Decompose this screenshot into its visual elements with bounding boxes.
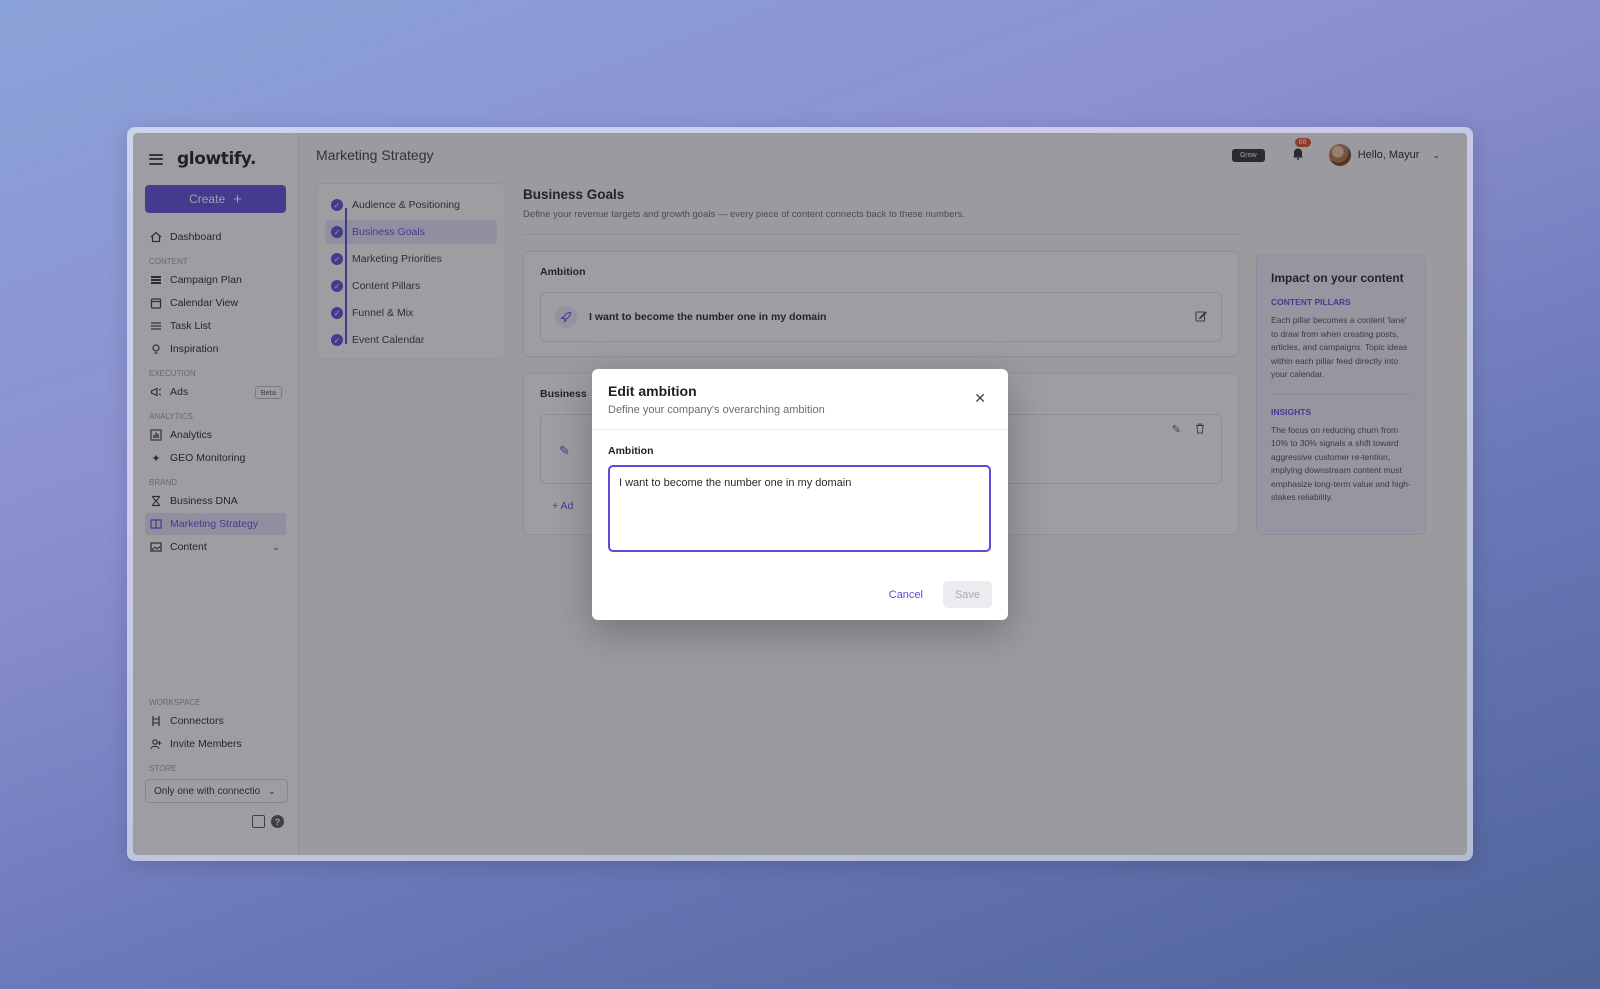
dialog-body: Ambition I want to become the number one… — [592, 430, 1008, 557]
close-icon[interactable]: ✕ — [974, 390, 986, 407]
ambition-textarea[interactable]: I want to become the number one in my do… — [608, 465, 991, 552]
dialog-subtitle: Define your company's overarching ambiti… — [608, 404, 825, 416]
edit-ambition-dialog: Edit ambition Define your company's over… — [592, 369, 1008, 620]
dialog-footer: Cancel Save — [889, 581, 992, 608]
dialog-title: Edit ambition — [608, 383, 697, 399]
dialog-header: Edit ambition Define your company's over… — [592, 369, 1008, 430]
cancel-button[interactable]: Cancel — [889, 589, 923, 601]
ambition-field-label: Ambition — [608, 445, 654, 457]
save-button[interactable]: Save — [943, 581, 992, 608]
